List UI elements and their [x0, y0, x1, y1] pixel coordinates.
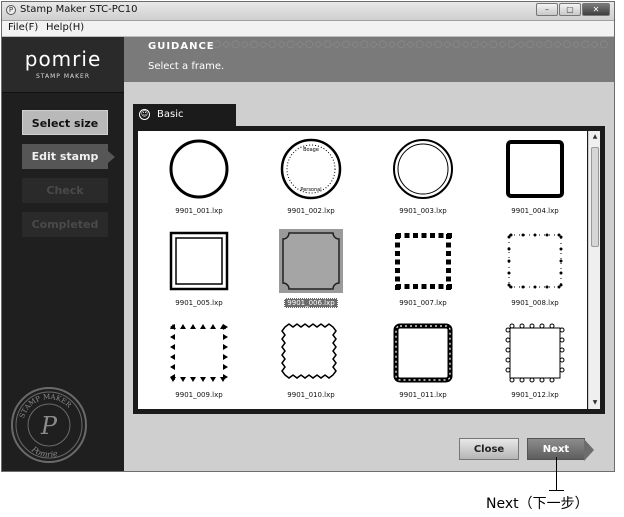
frame-thumbnail [393, 139, 453, 199]
step-select-size[interactable]: Select size [22, 110, 108, 135]
scroll-down-icon[interactable]: ▼ [591, 399, 599, 407]
scroll-up-icon[interactable]: ▲ [591, 133, 599, 141]
guidance-message: Select a frame. [148, 61, 225, 72]
stamp-seal-logo: STAMP MAKER Pomrie P [11, 387, 87, 463]
scroll-thumb[interactable] [591, 147, 599, 247]
minimize-button[interactable]: – [536, 3, 558, 16]
frame-filename: 9901_011.lxp [399, 391, 447, 399]
svg-text:Pomrie: Pomrie [29, 444, 59, 459]
frame-filename: 9901_010.lxp [287, 391, 335, 399]
frame-item[interactable]: 9901_011.lxp [364, 317, 474, 409]
frame-item[interactable]: 9901_012.lxp [476, 317, 586, 409]
menu-bar: File(F) Help(H) [2, 21, 614, 37]
guidance-pattern: ◇○◇○◇○◇○◇○◇○◇○◇○◇○◇○◇○◇○◇○◇○◇○◇○◇○◇○◇○◇○… [204, 39, 610, 50]
brand-logo: pomrie [24, 47, 102, 71]
frame-filename: 9901_008.lxp [511, 299, 559, 307]
svg-text:Personal: Personal [300, 187, 321, 193]
frame-item[interactable]: 9901_010.lxp [252, 317, 362, 409]
frame-filename: 9901_002.lxp [287, 207, 335, 215]
frame-thumbnail [170, 324, 228, 382]
maximize-button[interactable]: ▢ [559, 3, 581, 16]
frame-thumbnail [281, 323, 337, 379]
frame-item[interactable]: 9901_009.lxp [140, 317, 250, 409]
brand-tagline: STAMP MAKER [36, 73, 90, 80]
frame-filename: 9901_009.lxp [175, 391, 223, 399]
frame-item[interactable]: 9901_004.lxp [476, 133, 586, 225]
title-bar: P Stamp Maker STC-PC10 – ▢ ✕ [2, 2, 614, 21]
frame-thumbnail [505, 323, 565, 383]
frame-thumbnail: Boage Personal [280, 138, 342, 200]
guidance-banner: ◇○◇○◇○◇○◇○◇○◇○◇○◇○◇○◇○◇○◇○◇○◇○◇○◇○◇○◇○◇○… [124, 37, 614, 82]
svg-text:Boage: Boage [303, 147, 319, 153]
frame-thumbnail [169, 231, 229, 291]
next-annotation: Next（下一步） [486, 496, 589, 512]
tab-basic-label: Basic [157, 109, 184, 120]
frame-filename: 9901_005.lxp [175, 299, 223, 307]
frame-panel: 9901_001.lxp Boage Personal 9901_002.lxp 990… [133, 126, 605, 414]
menu-help[interactable]: Help(H) [46, 22, 84, 33]
logo-area: pomrie STAMP MAKER [2, 37, 124, 93]
app-icon: P [6, 5, 16, 15]
window-title: Stamp Maker STC-PC10 [20, 4, 138, 15]
app-window: P Stamp Maker STC-PC10 – ▢ ✕ File(F) Hel… [1, 1, 615, 472]
frame-thumbnail [507, 233, 563, 289]
frame-item[interactable]: 9901_008.lxp [476, 225, 586, 317]
frame-filename: 9901_007.lxp [399, 299, 447, 307]
seal-bottom-text: Pomrie [29, 444, 59, 459]
seal-center-letter: P [40, 412, 58, 440]
guidance-title: GUIDANCE [148, 41, 215, 52]
frame-item[interactable]: 9901_005.lxp [140, 225, 250, 317]
window-controls: – ▢ ✕ [536, 3, 610, 16]
frame-thumbnail [279, 229, 343, 293]
frame-item[interactable]: 9901_006.lxp [252, 225, 362, 317]
close-button[interactable]: Close [459, 438, 519, 460]
frame-thumbnail [169, 139, 229, 199]
frame-filename: 9901_001.lxp [175, 207, 223, 215]
close-window-button[interactable]: ✕ [582, 3, 610, 16]
frame-filename: 9901_004.lxp [511, 207, 559, 215]
menu-file[interactable]: File(F) [8, 22, 38, 33]
tab-basic[interactable]: ☺ Basic [133, 104, 236, 126]
callout-tick [549, 490, 564, 491]
sidebar: pomrie STAMP MAKER Select size Edit stam… [2, 37, 124, 471]
frame-item[interactable]: 9901_007.lxp [364, 225, 474, 317]
frame-item[interactable]: 9901_003.lxp [364, 133, 474, 225]
step-completed: Completed [22, 212, 108, 237]
step-edit-stamp: Edit stamp [22, 144, 115, 169]
frame-thumbnail [393, 323, 453, 383]
callout-line [556, 457, 557, 491]
main-content: ◇○◇○◇○◇○◇○◇○◇○◇○◇○◇○◇○◇○◇○◇○◇○◇○◇○◇○◇○◇○… [124, 37, 614, 471]
frame-thumbnail [506, 140, 564, 198]
frame-thumbnail [395, 233, 452, 290]
frame-item[interactable]: Boage Personal 9901_002.lxp [252, 133, 362, 225]
frame-item[interactable]: 9901_001.lxp [140, 133, 250, 225]
frame-filename: 9901_003.lxp [399, 207, 447, 215]
frame-filename: 9901_012.lxp [511, 391, 559, 399]
frame-grid: 9901_001.lxp Boage Personal 9901_002.lxp 990… [138, 131, 587, 409]
scrollbar[interactable]: ▲ ▼ [588, 131, 600, 409]
step-check: Check [22, 178, 108, 203]
smiley-icon: ☺ [139, 109, 150, 120]
frame-filename: 9901_006.lxp [252, 298, 370, 308]
